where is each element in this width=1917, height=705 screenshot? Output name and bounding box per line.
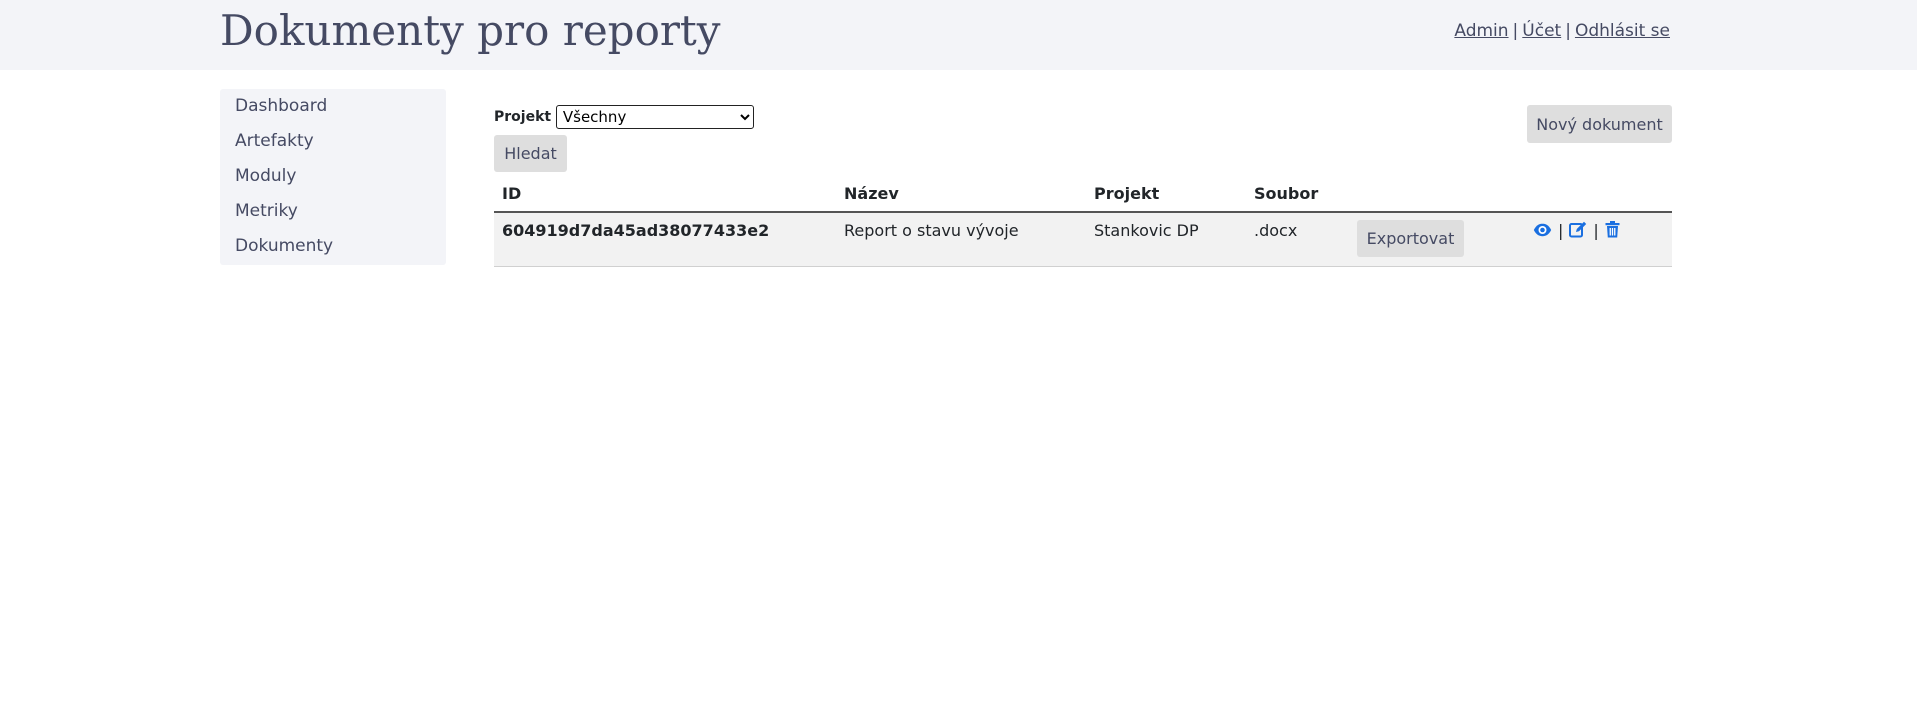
sidebar-item-dashboard[interactable]: Dashboard [220, 89, 446, 124]
sidebar-item-dokumenty[interactable]: Dokumenty [220, 229, 446, 264]
export-button[interactable]: Exportovat [1357, 220, 1464, 257]
account-link[interactable]: Účet [1522, 21, 1561, 41]
top-links: Admin | Účet | Odhlásit se [1454, 21, 1670, 41]
column-header-file: Soubor [1246, 176, 1349, 213]
column-header-id: ID [494, 176, 836, 213]
cell-project: Stankovic DP [1086, 212, 1246, 267]
project-select[interactable]: Všechny [555, 105, 754, 129]
edit-icon[interactable] [1569, 221, 1587, 242]
table-header-row: ID Název Projekt Soubor [494, 176, 1672, 213]
cell-file: .docx [1246, 212, 1349, 267]
link-separator: | [1512, 21, 1519, 41]
cell-actions: | | [1525, 212, 1672, 267]
sidebar-item-metriky[interactable]: Metriky [220, 194, 446, 229]
header: Dokumenty pro reporty Admin | Účet | Odhlási… [0, 0, 1917, 70]
sidebar: Dashboard Artefakty Moduly Metriky Dokum… [220, 89, 446, 265]
column-header-project: Projekt [1086, 176, 1246, 213]
column-header-name: Název [836, 176, 1086, 213]
cell-name: Report o stavu vývoje [836, 212, 1086, 267]
admin-link[interactable]: Admin [1454, 21, 1508, 41]
sidebar-item-moduly[interactable]: Moduly [220, 159, 446, 194]
action-separator: | [1593, 221, 1599, 240]
column-header-actions [1525, 176, 1672, 213]
cell-id: 604919d7da45ad38077433e2 [494, 212, 836, 267]
eye-icon[interactable] [1533, 222, 1552, 241]
sidebar-item-artefakty[interactable]: Artefakty [220, 124, 446, 159]
logout-link[interactable]: Odhlásit se [1575, 21, 1670, 41]
documents-table: ID Název Projekt Soubor 604919d7da45ad38… [494, 176, 1672, 267]
table-row: 604919d7da45ad38077433e2 Report o stavu … [494, 212, 1672, 267]
cell-export: Exportovat [1349, 212, 1525, 267]
column-header-export [1349, 176, 1525, 213]
link-separator: | [1565, 21, 1571, 41]
project-filter-label: Projekt [494, 109, 552, 125]
trash-icon[interactable] [1605, 221, 1620, 242]
search-button[interactable]: Hledat [494, 135, 567, 172]
action-separator: | [1558, 221, 1564, 240]
new-document-button[interactable]: Nový dokument [1527, 105, 1672, 143]
page-title: Dokumenty pro reporty [220, 6, 721, 55]
project-filter: Projekt Všechny [494, 105, 754, 129]
